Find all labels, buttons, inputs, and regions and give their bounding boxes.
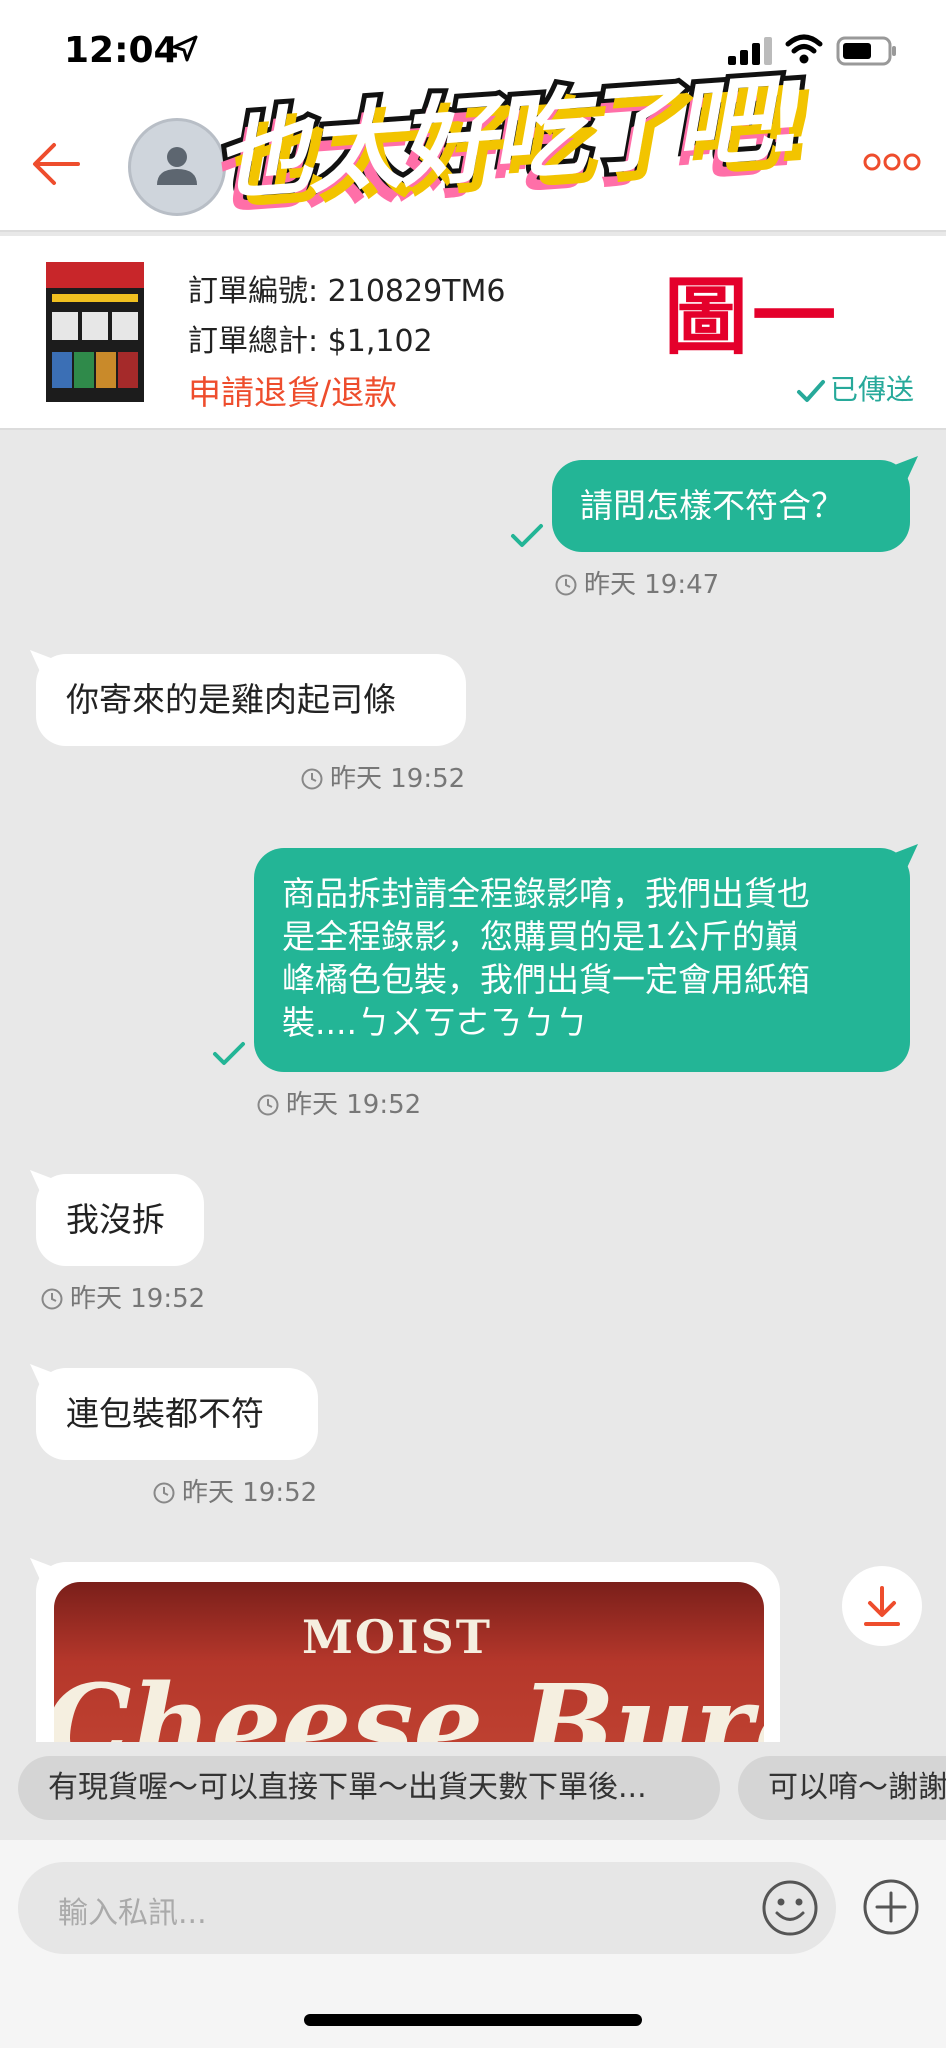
image-message[interactable]: MOIST Cheese Burge — [36, 1562, 780, 1742]
check-icon — [797, 380, 825, 402]
person-icon — [157, 147, 197, 185]
order-card[interactable]: 訂單編號: 210829TM6 訂單總計: $1,102 申請退貨/退款 圖一 … — [0, 236, 946, 430]
location-arrow-icon — [172, 35, 198, 62]
order-number: 訂單編號: 210829TM6 — [188, 274, 506, 309]
quick-reply-chip[interactable]: 可以唷～謝謝 — [738, 1756, 946, 1820]
sticker-text: 也太好吃了吧! — [207, 56, 815, 219]
timestamp-text: 昨天 19:52 — [330, 764, 466, 794]
product-thumbnail — [46, 262, 144, 402]
message-timestamp: 昨天 19:47 — [554, 564, 719, 601]
timestamp-text: 昨天 19:52 — [182, 1478, 318, 1508]
message-timestamp: 昨天 19:52 — [300, 758, 465, 795]
download-arrow-icon — [864, 1586, 900, 1626]
sent-status: 已傳送 — [796, 368, 914, 408]
message-timestamp: 昨天 19:52 — [40, 1278, 205, 1315]
back-arrow-icon[interactable] — [28, 136, 84, 192]
read-check-icon — [511, 524, 543, 547]
more-options-icon[interactable] — [862, 150, 922, 174]
input-placeholder: 輸入私訊... — [58, 1896, 207, 1931]
timestamp-text: 昨天 19:47 — [584, 570, 720, 600]
battery-icon — [836, 36, 896, 66]
message-text: 你寄來的是雞肉起司條 — [66, 680, 396, 719]
return-refund-link[interactable]: 申請退貨/退款 — [188, 366, 397, 414]
message-text-line: 商品拆封請全程錄影唷，我們出貨也 — [282, 874, 810, 913]
message-bubble-sent[interactable]: 商品拆封請全程錄影唷，我們出貨也 是全程錄影，您購買的是1公斤的巔 峰橘色包裝，… — [254, 848, 910, 1072]
clock-icon — [41, 1288, 63, 1310]
home-indicator — [304, 2014, 642, 2026]
message-text-line: 峰橘色包裝，我們出貨一定會用紙箱 — [282, 960, 810, 999]
message-bubble-received[interactable]: 連包裝都不符 — [36, 1368, 318, 1460]
product-photo[interactable]: MOIST Cheese Burge — [54, 1582, 764, 1742]
message-bubble-received[interactable]: 我沒拆 — [36, 1174, 204, 1266]
bubble-tail — [892, 844, 918, 870]
photo-text-main: Cheese Burge — [54, 1660, 764, 1742]
bubble-tail — [892, 456, 918, 482]
message-timestamp: 昨天 19:52 — [152, 1472, 317, 1509]
clock-icon — [555, 574, 577, 596]
clock-icon — [257, 1094, 279, 1116]
message-text: 連包裝都不符 — [66, 1394, 264, 1433]
sticker-overlay: 也太好吃了吧! — [207, 56, 815, 230]
order-total: 訂單總計: $1,102 — [188, 324, 433, 359]
status-time: 12:04 — [64, 30, 179, 71]
message-bubble-sent[interactable]: 請問怎樣不符合？ — [552, 460, 910, 552]
sent-status-label: 已傳送 — [830, 373, 915, 406]
message-bubble-received[interactable]: 你寄來的是雞肉起司條 — [36, 654, 466, 746]
clock-icon — [301, 768, 323, 790]
message-text-line: 是全程錄影，您購買的是1公斤的巔 — [282, 917, 798, 956]
message-text: 請問怎樣不符合？ — [580, 486, 844, 525]
scroll-down-button[interactable] — [842, 1566, 922, 1646]
figure-label: 圖一 — [664, 268, 841, 366]
emoji-icon[interactable] — [760, 1878, 820, 1938]
top-bar: 12:04 也太好吃了吧! — [0, 0, 946, 232]
message-input[interactable]: 輸入私訊... — [18, 1862, 836, 1954]
quick-reply-chip[interactable]: 有現貨喔～可以直接下單～出貨天數下單後... — [18, 1756, 720, 1820]
timestamp-text: 昨天 19:52 — [286, 1090, 422, 1120]
read-check-icon — [213, 1042, 245, 1065]
clock-icon — [153, 1482, 175, 1504]
timestamp-text: 昨天 19:52 — [70, 1284, 206, 1314]
message-text: 我沒拆 — [66, 1200, 165, 1239]
message-text-line: 裝....ㄅㄨㄎㄜㄋㄅㄅ — [282, 1003, 588, 1042]
message-timestamp: 昨天 19:52 — [256, 1084, 421, 1121]
photo-text-top: MOIST — [302, 1610, 492, 1664]
add-attachment-icon[interactable] — [862, 1878, 920, 1936]
